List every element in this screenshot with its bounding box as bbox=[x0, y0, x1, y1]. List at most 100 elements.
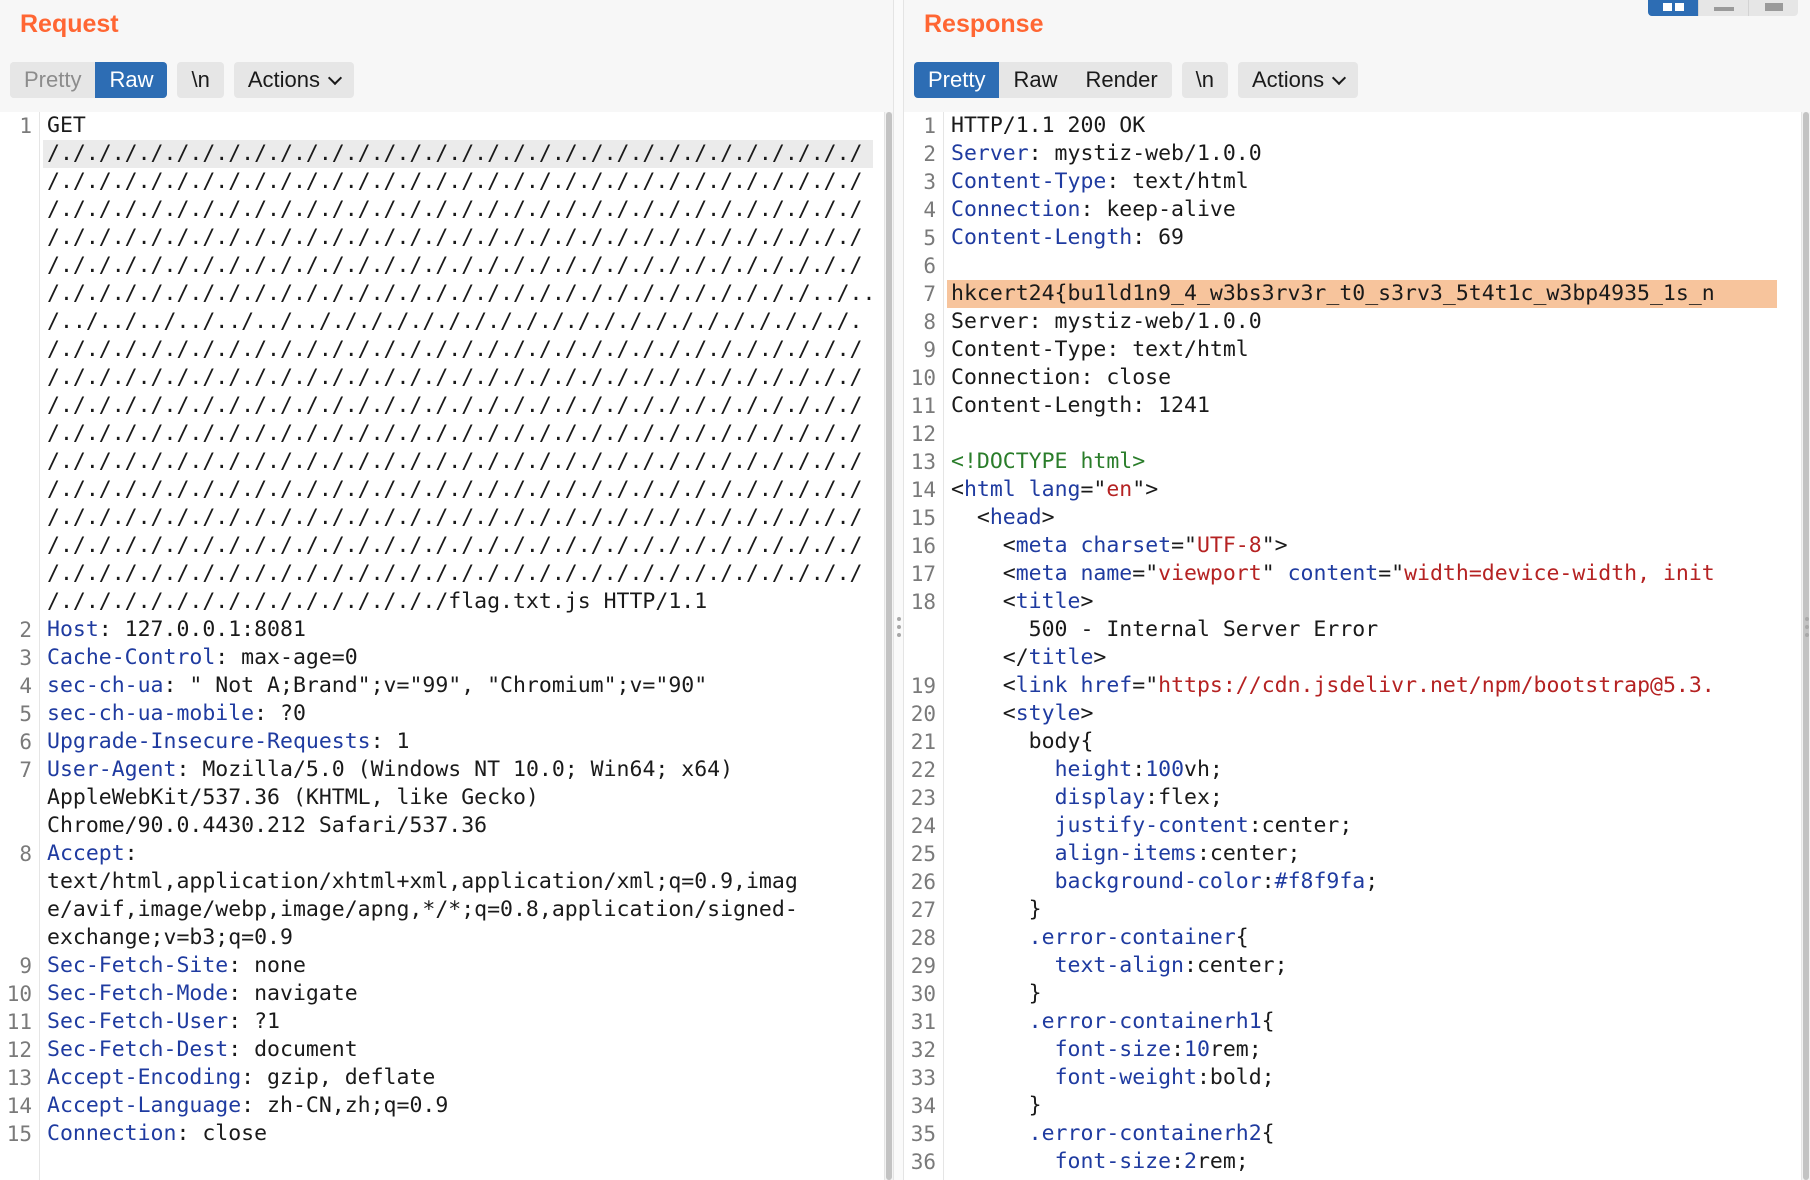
code-token: " bbox=[1261, 561, 1288, 586]
pane-splitter[interactable] bbox=[893, 0, 904, 1180]
header-value: /./././././././././././././././././././.… bbox=[47, 449, 863, 474]
code-token: { bbox=[1261, 1121, 1275, 1146]
code-token: "> bbox=[1261, 533, 1288, 558]
code-token: html bbox=[963, 477, 1016, 502]
response-tab-pretty[interactable]: Pretty bbox=[914, 62, 1000, 98]
response-scrollbar[interactable] bbox=[1801, 112, 1810, 1180]
line-number: 29 bbox=[910, 954, 936, 978]
code-token: } bbox=[951, 897, 1042, 922]
code-token: "> bbox=[1132, 477, 1159, 502]
response-code-line: Server: mystiz-web/1.0.0 bbox=[951, 308, 1262, 336]
request-scrollbar-thumb[interactable] bbox=[886, 112, 892, 1180]
code-token: title bbox=[1015, 589, 1081, 614]
response-pane: Response Pretty Raw Render \n Actions 1 2… bbox=[904, 0, 1810, 1180]
code-token: .error-containerh1 bbox=[1028, 1009, 1262, 1034]
line-number: 7 bbox=[923, 282, 936, 306]
request-newline-toggle-group: \n bbox=[177, 62, 224, 98]
response-code-line: .error-containerh1{ bbox=[951, 1008, 1275, 1036]
line-number: 26 bbox=[910, 870, 936, 894]
code-token: =" bbox=[1132, 561, 1159, 586]
line-number: 6 bbox=[923, 254, 936, 278]
code-token: style bbox=[1015, 701, 1081, 726]
code-token: : bbox=[1171, 1149, 1185, 1174]
code-token: < bbox=[951, 477, 964, 502]
code-token: < bbox=[951, 561, 1016, 586]
line-number: 15 bbox=[910, 506, 936, 530]
response-editor[interactable]: 1 2 3 4 5 6 7 8 9 10 11 12 13 14 15 16 17 18 19 20 21 22 23 24 2… bbox=[904, 112, 1810, 1180]
line-number: 14 bbox=[910, 478, 936, 502]
code-token: Connection: close bbox=[951, 365, 1172, 390]
response-actions-label: Actions bbox=[1252, 67, 1325, 92]
response-grip-dot bbox=[1805, 617, 1809, 621]
layout-stacked-button[interactable] bbox=[1698, 0, 1748, 16]
response-code-line: <!DOCTYPE html> bbox=[951, 448, 1145, 476]
line-number: 1 bbox=[923, 114, 936, 138]
request-tab-pretty[interactable]: Pretty bbox=[10, 62, 96, 98]
layout-tabs-button[interactable] bbox=[1748, 0, 1798, 16]
response-code-line: <link href="https://cdn.jsdelivr.net/npm… bbox=[951, 672, 1715, 700]
code-token: rem; bbox=[1196, 1149, 1249, 1174]
line-number: 23 bbox=[910, 786, 936, 810]
response-tab-raw[interactable]: Raw bbox=[999, 62, 1072, 98]
header-value: : gzip, deflate bbox=[241, 1065, 436, 1090]
response-code-line: display:flex; bbox=[951, 784, 1223, 812]
response-code-line: <head> bbox=[951, 504, 1055, 532]
request-code-line: Accept: bbox=[47, 840, 138, 868]
response-code-line: <meta name="viewport" content="width=dev… bbox=[951, 560, 1715, 588]
code-token: 100 bbox=[1145, 757, 1185, 782]
header-value: : zh-CN,zh;q=0.9 bbox=[241, 1093, 449, 1118]
response-line-gutter: 1 2 3 4 5 6 7 8 9 10 11 12 13 14 15 16 17 18 19 20 21 22 23 24 2… bbox=[904, 112, 944, 1180]
chevron-down-icon bbox=[1332, 70, 1347, 86]
request-code-line: Sec-Fetch-Dest: document bbox=[47, 1036, 358, 1064]
line-number: 13 bbox=[910, 450, 936, 474]
line-number: 30 bbox=[910, 982, 936, 1006]
response-code-line: Server: mystiz-web/1.0.0 bbox=[951, 140, 1262, 168]
response-code-line: background-color:#f8f9fa; bbox=[951, 868, 1379, 896]
response-code-line: } bbox=[951, 980, 1042, 1008]
code-token: Content-Type: text/html bbox=[951, 337, 1249, 362]
request-code-line: /./././././././././././././././././././.… bbox=[47, 280, 875, 308]
response-scrollbar-thumb[interactable] bbox=[1803, 112, 1809, 1180]
request-code-line: /./././././././././././././././././././.… bbox=[47, 560, 862, 588]
line-number: 25 bbox=[910, 842, 936, 866]
response-header: Response Pretty Raw Render \n Actions bbox=[904, 0, 1810, 112]
line-number: 16 bbox=[910, 534, 936, 558]
request-scrollbar[interactable] bbox=[884, 112, 893, 1180]
flag-line: hkcert24{bu1ld1n9_4_w3bs3rv3r_t0_s3rv3_5… bbox=[951, 280, 1715, 308]
response-code-line: height:100vh; bbox=[951, 756, 1223, 784]
request-code-line: AppleWebKit/537.36 (KHTML, like Gecko) bbox=[47, 784, 539, 812]
header-value: /./././././././././././././././flag.txt.… bbox=[47, 589, 708, 614]
request-actions-button[interactable]: Actions bbox=[233, 62, 354, 98]
response-newline-toggle[interactable]: \n bbox=[1181, 62, 1228, 98]
response-code-line: <html lang="en"> bbox=[951, 476, 1158, 504]
tabs-icon bbox=[1764, 3, 1783, 11]
request-newline-toggle[interactable]: \n bbox=[177, 62, 224, 98]
request-tab-raw[interactable]: Raw bbox=[95, 62, 168, 98]
code-token: Content-Length bbox=[951, 225, 1133, 250]
code-token: } bbox=[951, 981, 1042, 1006]
line-number: 4 bbox=[923, 198, 936, 222]
code-token: Server: mystiz-web/1.0.0 bbox=[951, 309, 1262, 334]
header-name: User-Agent bbox=[47, 757, 177, 782]
response-code-line: HTTP/1.1 200 OK bbox=[951, 112, 1145, 140]
code-token: : bbox=[1261, 869, 1275, 894]
code-token: =" bbox=[1378, 561, 1405, 586]
line-number: 10 bbox=[6, 982, 32, 1006]
header-value: /./././././././././././././././././././.… bbox=[47, 281, 876, 306]
response-code-line: Content-Type: text/html bbox=[951, 336, 1249, 364]
header-name: Sec-Fetch-Dest bbox=[47, 1037, 229, 1062]
request-code-line: /./././././././././././././././././././.… bbox=[47, 532, 862, 560]
header-value: /./././././././././././././././././././.… bbox=[47, 505, 863, 530]
line-number: 33 bbox=[910, 1066, 936, 1090]
code-token: charset bbox=[1080, 533, 1172, 558]
layout-side-by-side-button[interactable] bbox=[1648, 0, 1698, 16]
request-editor[interactable]: 1 2 3 4 5 6 7 8 9 10 11 12 13 14 15 GET/./././././././… bbox=[0, 112, 893, 1180]
header-value: : ?1 bbox=[228, 1009, 280, 1034]
response-actions-button[interactable]: Actions bbox=[1238, 62, 1359, 98]
header-value: e/avif,image/webp,image/apng,*/*;q=0.8,a… bbox=[47, 897, 798, 922]
code-token: : 69 bbox=[1132, 225, 1184, 250]
response-tab-render[interactable]: Render bbox=[1071, 62, 1172, 98]
